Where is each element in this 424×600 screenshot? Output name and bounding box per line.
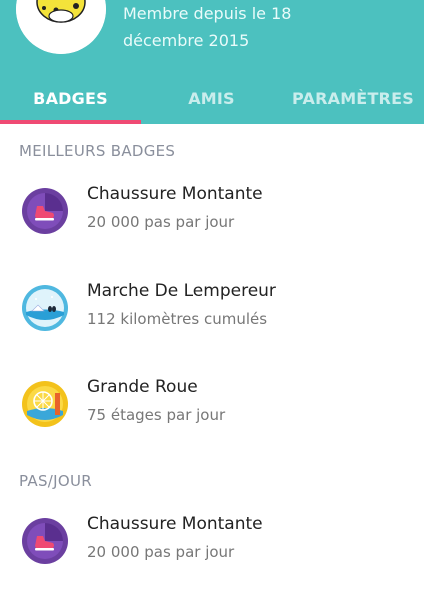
badge-title: Grande Roue [87,377,198,397]
badge-subtitle: 112 kilomètres cumulés [87,310,268,328]
list-item[interactable]: Marche De Lempereur 112 kilomètres cumul… [0,281,424,355]
member-since: Membre depuis le 18 décembre 2015 [123,0,291,54]
tab-bar: BADGES AMIS PARAMÈTRES [0,79,424,124]
list-item[interactable]: Chaussure Montante 20 000 pas par jour [0,184,424,258]
tab-amis-label: AMIS [188,89,235,108]
badge-subtitle: 20 000 pas par jour [87,213,235,231]
member-since-line2: décembre 2015 [123,31,250,50]
shoe-badge-icon [22,518,68,564]
avatar[interactable] [16,0,106,54]
badge-title: Marche De Lempereur [87,281,276,301]
penguin-badge-icon [22,285,68,331]
badge-subtitle: 75 étages par jour [87,406,226,424]
shoe-badge-icon [22,188,68,234]
section-title-best-badges: MEILLEURS BADGES [19,142,176,160]
section-title-steps-per-day: PAS/JOUR [19,472,92,490]
badge-title: Chaussure Montante [87,184,263,204]
profile-header: Membre depuis le 18 décembre 2015 BADGES… [0,0,424,124]
badge-title: Chaussure Montante [87,514,263,534]
tab-badges[interactable]: BADGES [0,79,141,124]
tab-parametres-label: PARAMÈTRES [292,89,414,108]
tab-amis[interactable]: AMIS [141,79,282,124]
active-tab-indicator [0,120,141,124]
tab-badges-label: BADGES [33,89,108,108]
tab-parametres[interactable]: PARAMÈTRES [282,79,424,124]
member-since-line1: Membre depuis le 18 [123,4,292,23]
list-item[interactable]: Grande Roue 75 étages par jour [0,377,424,451]
marsupilami-avatar-icon [16,0,106,54]
badge-subtitle: 20 000 pas par jour [87,543,235,561]
ferris-wheel-badge-icon [22,381,68,427]
list-item[interactable]: Chaussure Montante 20 000 pas par jour [0,514,424,588]
